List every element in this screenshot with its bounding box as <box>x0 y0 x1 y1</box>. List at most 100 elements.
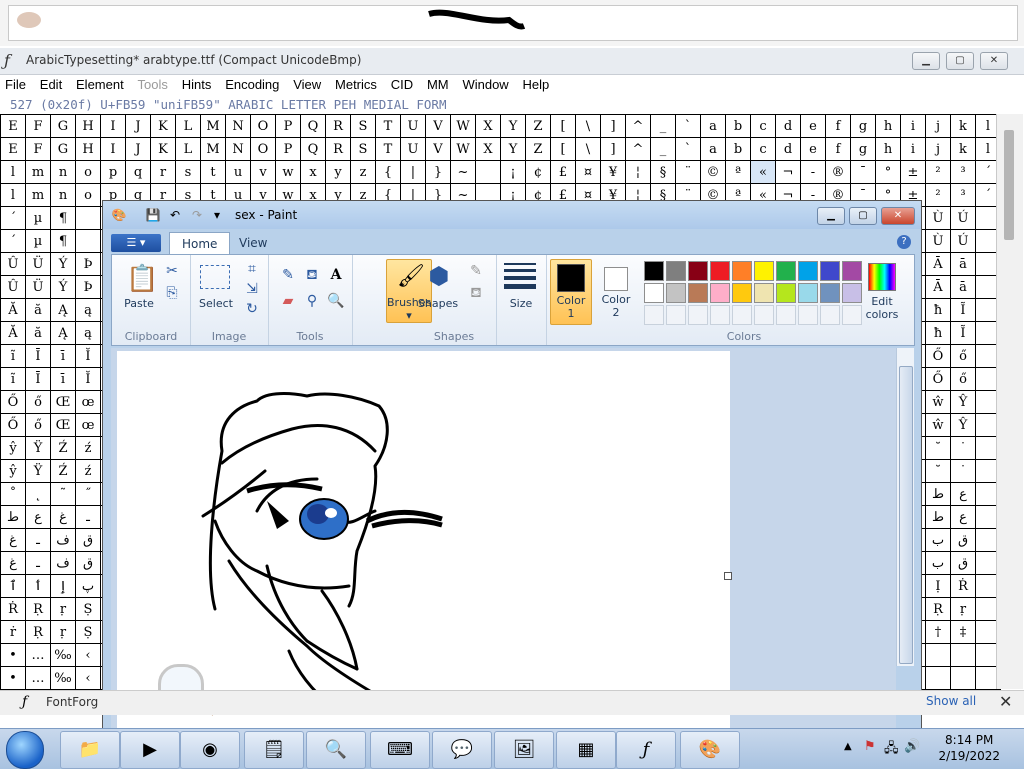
palette-swatch[interactable] <box>798 283 818 303</box>
glyph-cell[interactable]: ± <box>900 160 926 184</box>
glyph-cell[interactable]: r <box>150 160 176 184</box>
palette-swatch[interactable] <box>688 283 708 303</box>
glyph-cell[interactable]: ő <box>950 367 976 391</box>
glyph-cell[interactable]: ő <box>950 344 976 368</box>
glyph-cell[interactable]: ] <box>600 114 626 138</box>
menu-file[interactable]: File <box>0 75 31 95</box>
paint-taskbar-icon[interactable]: 🎨 <box>680 731 740 769</box>
glyph-cell[interactable]: h <box>875 137 901 161</box>
glyph-cell[interactable]: « <box>750 160 776 184</box>
glyph-cell[interactable]: \ <box>575 137 601 161</box>
glyph-cell[interactable]: © <box>700 160 726 184</box>
glyph-cell[interactable]: ŷ <box>0 436 26 460</box>
chrome-taskbar-icon[interactable]: ◉ <box>180 731 240 769</box>
glyph-cell[interactable]: ^ <box>625 114 651 138</box>
glyph-cell[interactable]: ŵ <box>925 390 951 414</box>
glyph-cell[interactable]: µ <box>25 206 51 230</box>
glyph-cell[interactable]: ق <box>75 551 101 575</box>
glyph-cell[interactable]: ¡ <box>500 160 526 184</box>
glyph-cell[interactable]: s <box>175 160 201 184</box>
glyph-cell[interactable]: ~ <box>450 160 476 184</box>
edit-colors-button[interactable]: Edit colors <box>854 259 910 325</box>
photos-taskbar-icon[interactable]: 🖼 <box>494 731 554 769</box>
glyph-cell[interactable]: ĩ <box>0 367 26 391</box>
glyph-cell[interactable]: [ <box>550 137 576 161</box>
crop-icon[interactable]: ⌗ <box>242 259 262 279</box>
glyph-cell[interactable]: ب <box>925 528 951 552</box>
glyph-cell[interactable]: } <box>425 160 451 184</box>
glyph-cell[interactable]: _ <box>650 137 676 161</box>
glyph-cell[interactable]: œ <box>75 390 101 414</box>
glyph-cell[interactable]: Ṛ <box>25 620 51 644</box>
glyph-cell[interactable]: Ĩ <box>950 321 976 345</box>
drawing-canvas[interactable] <box>117 351 730 729</box>
glyph-cell[interactable]: { <box>375 160 401 184</box>
glyph-cell[interactable]: ¤ <box>575 160 601 184</box>
glyph-cell[interactable]: ¦ <box>625 160 651 184</box>
menu-hints[interactable]: Hints <box>177 75 217 95</box>
glyph-cell[interactable]: ٲ <box>25 574 51 598</box>
glyph-cell[interactable]: µ <box>25 229 51 253</box>
glyph-cell[interactable]: Z <box>525 114 551 138</box>
glyph-cell[interactable]: ź <box>75 436 101 460</box>
glyph-cell[interactable]: ą <box>75 321 101 345</box>
eraser-icon[interactable]: ▰ <box>278 291 298 311</box>
glyph-cell[interactable]: Ü <box>25 252 51 276</box>
glyph-cell[interactable]: O <box>250 114 276 138</box>
glyph-cell[interactable]: S <box>350 137 376 161</box>
glyph-cell[interactable]: ă <box>25 298 51 322</box>
glyph-cell[interactable]: Ŷ <box>950 413 976 437</box>
glyph-cell[interactable]: • <box>0 643 26 667</box>
quick-access-dropdown-icon[interactable]: ▾ <box>209 207 225 223</box>
glyph-cell[interactable]: Ă <box>0 298 26 322</box>
glyph-cell[interactable]: k <box>950 114 976 138</box>
glyph-cell[interactable]: _ <box>650 114 676 138</box>
glyph-cell[interactable]: ٱ <box>0 574 26 598</box>
search-taskbar-icon[interactable]: 🔍 <box>306 731 366 769</box>
magnifier-icon[interactable]: 🔍 <box>326 291 346 311</box>
volume-icon[interactable]: 🔊 <box>904 739 920 754</box>
palette-swatch[interactable] <box>754 261 774 281</box>
action-center-icon[interactable]: ⚑ <box>864 739 876 754</box>
glyph-cell[interactable]: X <box>475 137 501 161</box>
palette-swatch[interactable] <box>666 261 686 281</box>
glyph-cell[interactable]: i <box>900 137 926 161</box>
glyph-cell[interactable]: ² <box>925 183 951 207</box>
glyph-cell[interactable]: ] <box>600 137 626 161</box>
paint-maximize-button[interactable]: ▢ <box>849 207 877 225</box>
glyph-cell[interactable] <box>475 160 501 184</box>
glyph-cell[interactable]: ` <box>675 114 701 138</box>
glyph-cell[interactable]: Y <box>500 137 526 161</box>
glyph-cell[interactable]: h <box>875 114 901 138</box>
glyph-cell[interactable]: J <box>125 114 151 138</box>
glyph-cell[interactable]: Û <box>0 252 26 276</box>
glyph-cell[interactable]: ṛ <box>50 620 76 644</box>
glyph-cell[interactable]: Ī <box>25 344 51 368</box>
glyph-cell[interactable]: ź <box>75 459 101 483</box>
glyph-grid-scrollbar[interactable] <box>996 114 1023 689</box>
glyph-cell[interactable]: Ą <box>50 321 76 345</box>
glyph-cell[interactable]: … <box>25 666 51 690</box>
glyph-cell[interactable]: Ý <box>50 275 76 299</box>
glyph-cell[interactable]: Q <box>300 114 326 138</box>
glyph-cell[interactable]: § <box>650 160 676 184</box>
palette-swatch[interactable] <box>644 261 664 281</box>
undo-icon[interactable]: ↶ <box>167 207 183 223</box>
glyph-cell[interactable]: Ṙ <box>950 574 976 598</box>
glyph-cell[interactable]: u <box>225 160 251 184</box>
custom-color-slot[interactable] <box>666 305 686 325</box>
glyph-cell[interactable]: Ő <box>0 390 26 414</box>
glyph-cell[interactable]: ف <box>50 551 76 575</box>
glyph-cell[interactable]: ‡ <box>950 620 976 644</box>
glyph-cell[interactable]: H <box>75 137 101 161</box>
keyboard-taskbar-icon[interactable]: ⌨ <box>370 731 430 769</box>
glyph-cell[interactable]: ṛ <box>950 597 976 621</box>
glyph-cell[interactable]: X <box>475 114 501 138</box>
minimize-button[interactable]: ▁ <box>912 52 940 70</box>
glyph-cell[interactable]: L <box>175 114 201 138</box>
glyph-cell[interactable]: Ă <box>0 321 26 345</box>
glyph-cell[interactable]: g <box>850 114 876 138</box>
glyph-cell[interactable]: Ā <box>925 275 951 299</box>
glyph-cell[interactable]: Œ <box>50 413 76 437</box>
paint-close-button[interactable]: ✕ <box>881 207 915 225</box>
